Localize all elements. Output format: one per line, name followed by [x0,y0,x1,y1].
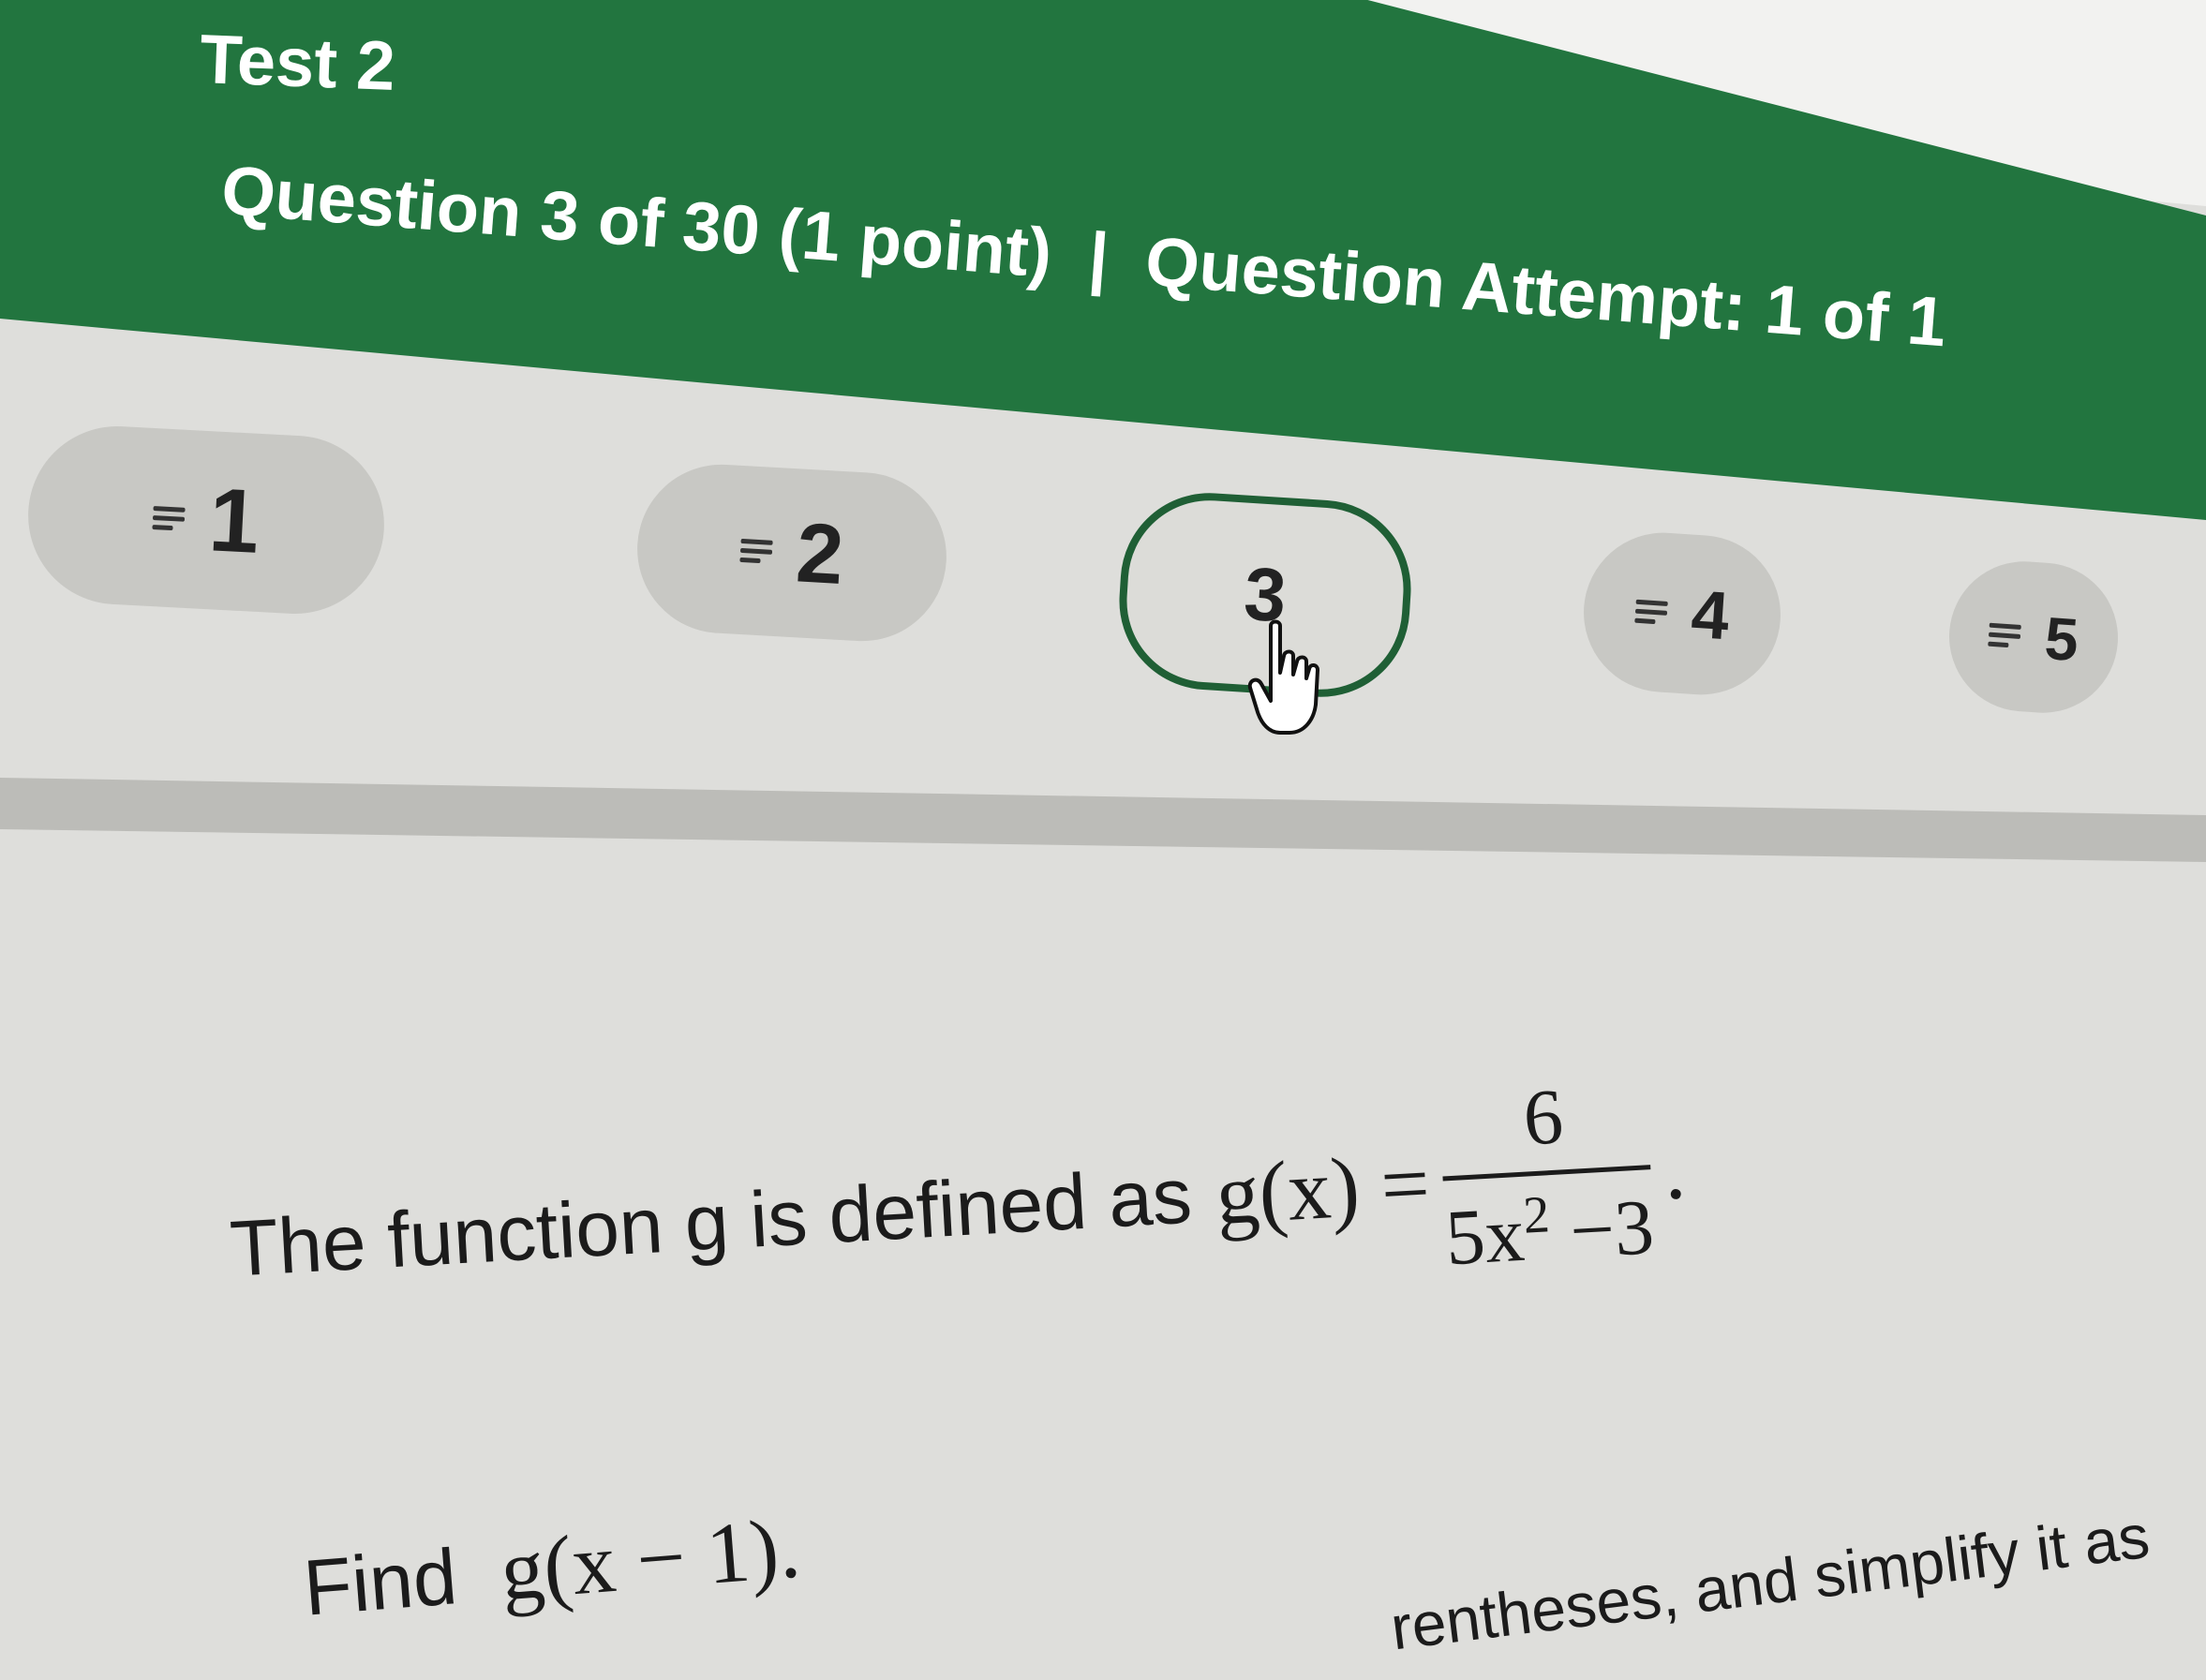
question-prompt: The function g is defined as g(x) = 6 5x… [225,1071,1691,1345]
prompt-end: . [1661,1120,1689,1217]
answer-instruction: rentheses, and simplify it as [1387,1500,2154,1663]
function-lhs: g(x) = [1213,1134,1433,1242]
find-label: Find [300,1532,460,1632]
find-expression: g(x − 1). [497,1499,804,1619]
function-fraction: 6 5x2 −3 [1437,1073,1657,1283]
quiz-page: Test 2 Question 3 of 30 (1 point) | Questi… [0,0,2206,1680]
fraction-denominator: 5x2 −3 [1443,1183,1657,1283]
prompt-text: The function g is defined as [228,1151,1195,1293]
fraction-numerator: 6 [1521,1073,1566,1163]
question-content: The function g is defined as g(x) = 6 5x… [0,0,2206,1680]
find-prompt: Find g(x − 1). [300,1497,804,1635]
